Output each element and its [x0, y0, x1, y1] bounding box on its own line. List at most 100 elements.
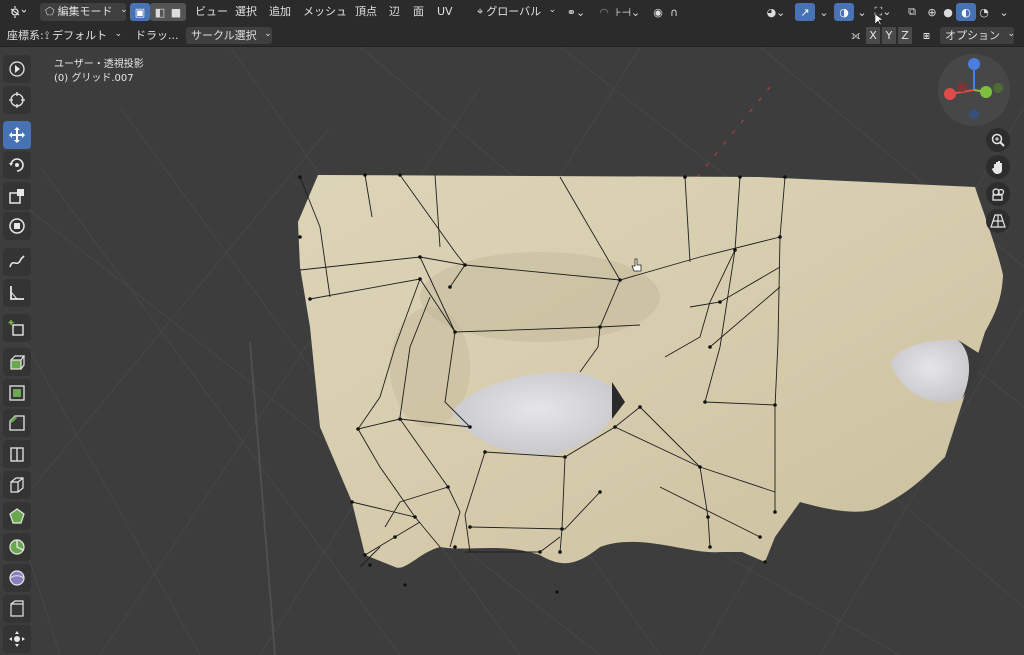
- measure-icon: [10, 286, 24, 300]
- scale-icon: [9, 189, 24, 204]
- rendered-sphere-icon: ◔: [979, 5, 989, 19]
- gizmo-dropdown[interactable]: ⌄: [814, 3, 834, 21]
- coord-system-dropdown[interactable]: ⟟ デフォルト: [40, 27, 127, 44]
- mode-label: 編集モード: [57, 5, 113, 18]
- annotate-icon: [9, 255, 25, 268]
- transform-orientation-dropdown[interactable]: ⌖ グローバル: [472, 3, 561, 21]
- falloff-button[interactable]: ∩: [664, 3, 684, 21]
- menu-add[interactable]: 追加: [264, 3, 296, 21]
- spin-icon: [9, 539, 25, 555]
- menu-mesh[interactable]: メッシュ: [298, 3, 352, 21]
- vertex-select-icon: ▣: [134, 5, 146, 19]
- mode-icon: ⬠: [45, 5, 55, 18]
- mesh-edit-overlay-dropdown[interactable]: ⛶⌄: [870, 3, 896, 21]
- tool-shrink[interactable]: [3, 625, 31, 653]
- zoom-button[interactable]: [986, 128, 1010, 152]
- navigation-gizmo[interactable]: [938, 54, 1010, 126]
- tool-transform[interactable]: [3, 212, 31, 240]
- pan-button[interactable]: [986, 155, 1010, 179]
- bevel-icon: [9, 415, 25, 431]
- cursor-icon: [9, 61, 25, 77]
- chevron-down-icon: ⌄: [999, 5, 1009, 19]
- viewport-canvas[interactable]: [0, 47, 1024, 655]
- mirror-icon[interactable]: ⟗: [846, 27, 866, 44]
- chevron-down-icon: ⌄: [857, 5, 867, 19]
- move-icon: [9, 127, 25, 143]
- view-name: ユーザー・透視投影: [54, 59, 144, 70]
- pivot-dropdown[interactable]: ⚭⌄: [562, 3, 590, 21]
- zoom-icon: [991, 133, 1005, 147]
- tool-cursor[interactable]: [3, 86, 31, 114]
- tool-smooth[interactable]: [3, 564, 31, 592]
- orientation-icon: ⌖: [477, 5, 484, 18]
- mode-dropdown[interactable]: ⬠ 編集モード: [40, 3, 126, 21]
- face-select-button[interactable]: ■: [166, 3, 186, 21]
- header-bar: ⬠編集モード ▣ ◧ ■ ビュー 選択 追加 メッシュ 頂点 辺 面 UV ⌖グ…: [0, 0, 1024, 24]
- menu-face[interactable]: 面: [408, 3, 429, 21]
- axis-gizmo-icon: [944, 58, 1003, 119]
- tool-bevel[interactable]: [3, 409, 31, 437]
- tool-rotate[interactable]: [3, 151, 31, 179]
- gizmo-toggle[interactable]: ↗: [795, 3, 815, 21]
- snap-target-dropdown[interactable]: ⊦⊣⌄: [614, 3, 642, 21]
- hand-icon: [992, 161, 1002, 174]
- tool-inset[interactable]: [3, 379, 31, 407]
- mouse-cursor-icon: [874, 13, 884, 26]
- snap-toggle[interactable]: ◠: [594, 3, 614, 21]
- auto-merge-icon[interactable]: ⧆: [918, 27, 935, 44]
- menu-vertex[interactable]: 頂点: [350, 3, 382, 21]
- inset-icon: [9, 385, 25, 401]
- cursor-3d-icon: [9, 92, 25, 108]
- tool-add-cube[interactable]: [3, 314, 31, 342]
- editor-type-icon: [10, 6, 26, 18]
- tool-select[interactable]: [3, 55, 31, 83]
- options-dropdown[interactable]: オプション: [940, 27, 1014, 44]
- tool-extrude[interactable]: [3, 348, 31, 376]
- poly-build-icon: [9, 508, 25, 524]
- select-mode-dropdown[interactable]: サークル選択: [186, 27, 272, 44]
- mirror-y-toggle[interactable]: Y: [882, 27, 896, 44]
- tool-loop-cut[interactable]: [3, 440, 31, 468]
- mirror-x-toggle[interactable]: X: [866, 27, 880, 44]
- grid-perspective-icon: [990, 214, 1006, 228]
- menu-view[interactable]: ビュー: [190, 3, 233, 21]
- chevron-down-icon: ⌄: [819, 5, 829, 19]
- drag-dropdown[interactable]: ドラッ...: [130, 27, 184, 44]
- coord-icon: ⟟: [45, 29, 50, 42]
- coord-value: デフォルト: [52, 29, 108, 42]
- edge-select-icon: ◧: [154, 5, 166, 19]
- editor-type-button[interactable]: [6, 3, 30, 21]
- xray-toggle[interactable]: ⧉: [902, 3, 922, 21]
- menu-select[interactable]: 選択: [230, 3, 262, 21]
- rotate-icon: [9, 158, 24, 172]
- vertex-select-button[interactable]: ▣: [130, 3, 150, 21]
- overlay-toggle[interactable]: ◑: [834, 3, 854, 21]
- tool-move[interactable]: [3, 121, 31, 149]
- mirror-z-toggle[interactable]: Z: [898, 27, 912, 44]
- tool-measure[interactable]: [3, 279, 31, 307]
- knife-icon: [10, 477, 24, 493]
- shading-dropdown[interactable]: ⌄: [994, 3, 1014, 21]
- camera-view-button[interactable]: [986, 182, 1010, 206]
- overlay-dropdown[interactable]: ⌄: [852, 3, 872, 21]
- tool-scale[interactable]: [3, 182, 31, 210]
- solid-sphere-icon: ●: [943, 5, 953, 19]
- face-select-icon: ■: [170, 5, 182, 19]
- tool-edge-slide[interactable]: [3, 595, 31, 623]
- shading-material-button[interactable]: ◐: [956, 3, 976, 21]
- perspective-toggle-button[interactable]: [986, 209, 1010, 233]
- smooth-icon: [9, 570, 25, 586]
- edge-slide-icon: [10, 600, 24, 617]
- shading-solid-button[interactable]: ●: [938, 3, 958, 21]
- falloff-curve-icon: ∩: [669, 5, 679, 19]
- tool-poly-build[interactable]: [3, 502, 31, 530]
- visibility-dropdown[interactable]: ◕⌄: [762, 3, 790, 21]
- 3d-viewport[interactable]: ユーザー・透視投影 (0) グリッド.007: [0, 47, 1024, 655]
- shading-rendered-button[interactable]: ◔: [974, 3, 994, 21]
- tool-knife[interactable]: [3, 471, 31, 499]
- select-mode-label: サークル選択: [191, 29, 257, 42]
- menu-uv[interactable]: UV: [432, 3, 458, 21]
- tool-annotate[interactable]: [3, 248, 31, 276]
- menu-edge[interactable]: 辺: [384, 3, 405, 21]
- tool-spin[interactable]: [3, 533, 31, 561]
